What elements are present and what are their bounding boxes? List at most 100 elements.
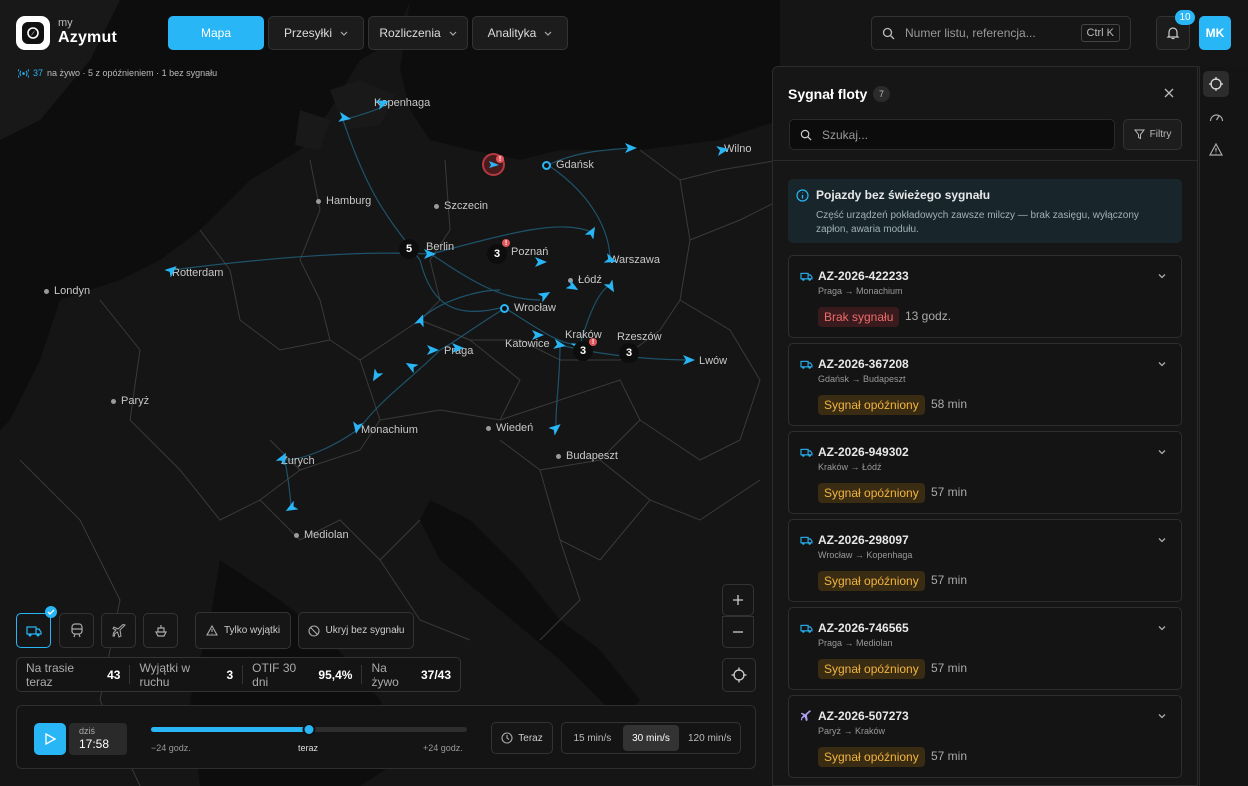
vehicle-arrow-icon[interactable] (531, 328, 545, 342)
signal-age: 13 godz. (905, 309, 952, 323)
chevron-down-icon[interactable] (1157, 447, 1167, 457)
close-icon[interactable] (1161, 85, 1177, 101)
vehicle-arrow-icon[interactable] (682, 353, 696, 367)
panel-search-input[interactable]: Szukaj... (789, 119, 1115, 150)
signal-card[interactable]: AZ-2026-367208 Gdańsk → Budapeszt Sygnał o… (788, 343, 1182, 426)
nav-label: Analityka (487, 26, 537, 40)
broadcast-icon (18, 68, 29, 78)
cluster-berlin[interactable]: 5 (399, 239, 419, 259)
rail-alerts-button[interactable] (1203, 136, 1229, 162)
truck-icon (800, 269, 813, 287)
vehicle-arrow-icon[interactable] (426, 343, 440, 357)
zoom-in-button[interactable] (722, 584, 754, 616)
filter-truck-button[interactable] (16, 613, 51, 648)
vehicle-arrow-icon[interactable] (350, 421, 364, 435)
speed-option-active[interactable]: 30 min/s (622, 725, 680, 751)
hide-no-signal-toggle[interactable]: Ukryj bez sygnału (298, 612, 414, 649)
city-name: Paryż (121, 395, 150, 407)
chevron-down-icon[interactable] (1157, 623, 1167, 633)
vehicle-arrow-icon[interactable] (566, 280, 580, 294)
filter-rail-button[interactable] (59, 613, 94, 648)
vehicle-arrow-icon[interactable] (423, 247, 437, 261)
zoom-out-button[interactable] (722, 616, 754, 648)
city-dot-icon (486, 425, 491, 431)
timeline-slider[interactable] (151, 723, 467, 736)
locate-button[interactable] (722, 658, 756, 692)
vehicle-arrow-icon[interactable] (369, 369, 383, 383)
nav-przesylki[interactable]: Przesyłki (268, 16, 364, 50)
chevron-down-icon[interactable] (1157, 535, 1167, 545)
warning-icon (206, 625, 218, 636)
city-label-8: Rotterdam (172, 267, 223, 279)
plus-icon (733, 595, 743, 605)
vehicle-arrow-icon[interactable] (284, 501, 298, 515)
play-button[interactable] (34, 723, 66, 755)
city-name: Mediolan (304, 529, 349, 541)
vehicle-arrow-icon[interactable] (338, 111, 352, 125)
stat-value: 3 (226, 667, 234, 682)
global-search-input[interactable]: Numer listu, referencja... Ctrl K (871, 16, 1131, 50)
city-name: Monachium (361, 424, 418, 436)
hub-marker-icon[interactable] (500, 303, 509, 313)
filter-sea-button[interactable] (143, 613, 178, 648)
app-logo[interactable] (16, 16, 50, 50)
rail-signal-button[interactable] (1203, 71, 1229, 97)
stat-value: 95,4% (318, 667, 353, 682)
fleet-stats-bar: Na trasie teraz 43 Wyjątki w ruchu 3 OTIF … (16, 657, 461, 692)
hub-marker-icon[interactable] (542, 160, 551, 170)
plane-icon (111, 623, 126, 638)
vehicle-arrow-icon[interactable] (624, 141, 638, 155)
cluster-poznan[interactable]: 3 (487, 244, 507, 264)
vehicle-arrow-icon[interactable] (553, 338, 567, 352)
chevron-down-icon[interactable] (1157, 711, 1167, 721)
shipment-route: Gdańsk → Budapeszt (818, 374, 906, 384)
vehicle-arrow-icon[interactable] (538, 288, 552, 302)
live-text: na żywo · 5 z opóźnieniem · 1 bez sygnał… (47, 68, 218, 78)
nav-mapa[interactable]: Mapa (168, 16, 264, 50)
nav-analityka[interactable]: Analityka (472, 16, 568, 50)
speed-option[interactable]: 15 min/s (564, 725, 621, 751)
vehicle-arrow-icon[interactable] (549, 421, 563, 435)
signal-card[interactable]: AZ-2026-507273 Paryż → Kraków Sygnał opóźn… (788, 695, 1182, 778)
timeline-handle[interactable] (302, 723, 316, 736)
stat-label: Wyjątki w ruchu (139, 660, 191, 689)
city-label-13: Rzeszów (617, 331, 662, 343)
city-name: Rzeszów (617, 331, 662, 343)
vehicle-arrow-icon[interactable] (451, 341, 465, 355)
vehicle-arrow-icon[interactable] (585, 225, 599, 239)
only-exceptions-toggle[interactable]: Tylko wyjątki (195, 612, 291, 649)
vehicle-arrow-icon[interactable] (604, 280, 618, 294)
vehicle-arrow-icon[interactable] (165, 263, 179, 277)
vehicle-arrow-icon[interactable] (604, 253, 618, 267)
chevron-down-icon[interactable] (1157, 271, 1167, 281)
chevron-down-icon[interactable] (1157, 359, 1167, 369)
search-shortcut: Ctrl K (1080, 24, 1120, 42)
signal-card[interactable]: AZ-2026-746565 Praga → Mediolan Sygnał opó… (788, 607, 1182, 690)
live-status: 37 na żywo · 5 z opóźnieniem · 1 bez syg… (18, 68, 217, 78)
nav-rozliczenia[interactable]: Rozliczenia (368, 16, 468, 50)
vehicle-arrow-icon[interactable] (414, 313, 428, 327)
filters-button[interactable]: Filtry (1123, 119, 1182, 150)
brand-name: Azymut (58, 29, 117, 46)
speed-option[interactable]: 120 min/s (681, 725, 738, 751)
vehicle-arrow-icon[interactable] (376, 96, 390, 110)
alert-no-signal-icon: ! (496, 155, 504, 163)
stat-label: OTIF 30 dni (252, 660, 297, 689)
user-avatar[interactable]: MK (1199, 16, 1231, 50)
filter-air-button[interactable] (101, 613, 136, 648)
signal-card[interactable]: AZ-2026-422233 Praga → Monachium Brak sygn… (788, 255, 1182, 338)
vehicle-arrow-icon[interactable] (534, 255, 548, 269)
plane-icon (800, 709, 812, 727)
now-button[interactable]: Teraz (491, 722, 553, 754)
shipment-route: Kraków → Łódź (818, 462, 882, 472)
vehicle-arrow-icon[interactable] (716, 143, 730, 157)
vehicle-arrow-icon[interactable] (404, 359, 418, 373)
notifications-count-badge: 10 (1175, 10, 1195, 25)
cluster-rzeszow[interactable]: 3 (619, 343, 639, 363)
rail-speed-button[interactable] (1203, 104, 1229, 130)
status-badge: Sygnał opóźniony (818, 571, 925, 591)
signal-card[interactable]: AZ-2026-949302 Kraków → Łódź Sygnał opóźni… (788, 431, 1182, 514)
signal-card[interactable]: AZ-2026-298097 Wrocław → Kopenhaga Sygnał … (788, 519, 1182, 602)
vehicle-arrow-icon[interactable] (276, 451, 290, 465)
side-rail (1199, 66, 1248, 786)
